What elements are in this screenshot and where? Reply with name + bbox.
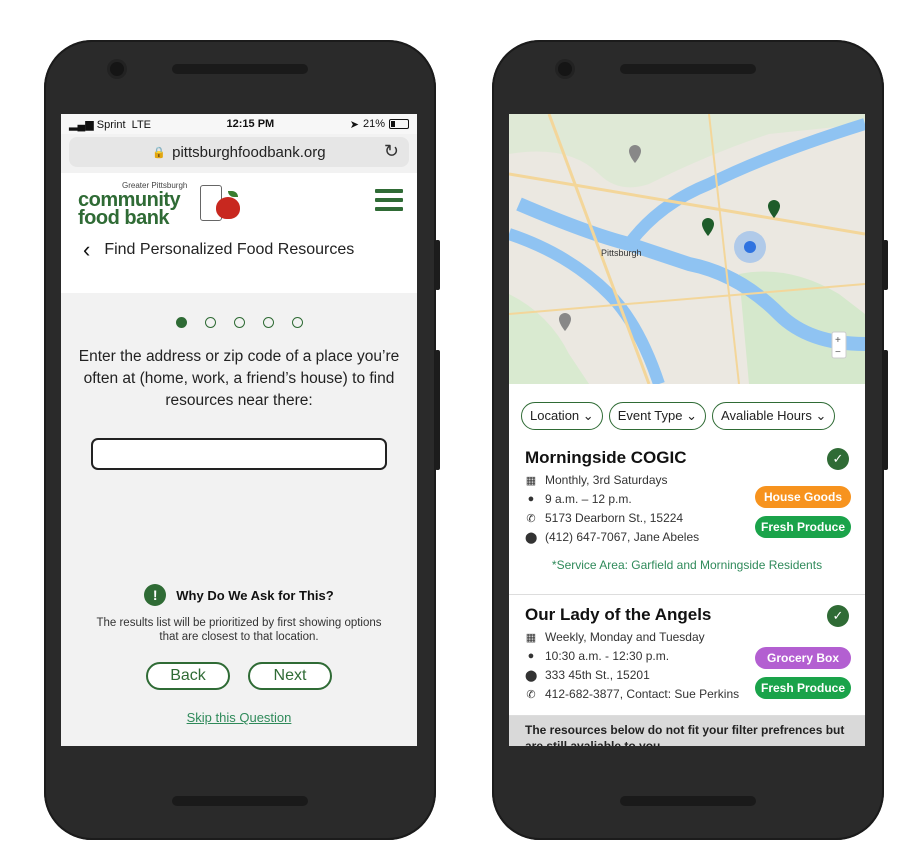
hours-text: 10:30 a.m. - 12:30 p.m. <box>545 649 670 663</box>
progress-dot-4 <box>262 317 274 328</box>
left-phone: ▂▄▆ Sprint LTE 12:15 PM ➤ 21% 🔒 pittsburg… <box>44 40 440 840</box>
phone-icon: ✆ <box>526 512 536 525</box>
site-header: Greater Pittsburgh community food bank ‹… <box>61 173 417 293</box>
tag-house-goods: House Goods <box>755 486 851 508</box>
contact-text: (412) 647-7067, Jane Abeles <box>545 530 700 544</box>
front-camera <box>110 62 124 76</box>
menu-icon[interactable] <box>375 189 403 216</box>
phone-icon: ✆ <box>526 688 536 701</box>
address-text: 5173 Dearborn St., 15224 <box>545 511 684 525</box>
back-chevron-icon[interactable]: ‹ <box>83 237 90 263</box>
volume-button <box>883 240 888 290</box>
logo-line-2: food bank <box>78 207 170 229</box>
info-icon: ! <box>144 584 167 606</box>
nav-buttons: Back Next <box>61 662 417 690</box>
right-screen: Pittsburgh + − Location ⌄ Event Type ⌄ A… <box>509 114 865 746</box>
address-bar[interactable]: 🔒 pittsburghfoodbank.org ↻ <box>69 137 409 167</box>
chevron-down-icon: ⌄ <box>686 408 698 423</box>
filter-hours-label: Avaliable Hours <box>721 408 812 423</box>
filter-event-type-label: Event Type <box>617 408 683 423</box>
food-bank-logo[interactable]: Greater Pittsburgh community food bank <box>78 181 258 229</box>
top-speaker <box>620 64 756 74</box>
service-area: *Service Area: Garfield and Morningside … <box>551 558 823 572</box>
resource-card[interactable]: Our Lady of the Angels ✓ ▦ Weekly, Monday… <box>509 595 865 716</box>
battery-icon <box>389 119 409 129</box>
location-icon: ➤ <box>349 118 359 131</box>
schedule-text: Weekly, Monday and Tuesday <box>545 630 705 644</box>
right-phone: Pittsburgh + − Location ⌄ Event Type ⌄ A… <box>492 40 888 840</box>
front-camera <box>558 62 572 76</box>
filter-location-label: Location <box>530 408 580 423</box>
apple-icon <box>216 197 240 219</box>
power-button <box>435 350 440 470</box>
calendar-icon: ▦ <box>525 474 537 487</box>
bottom-speaker <box>172 796 308 806</box>
page-title-row: ‹ Find Personalized Food Resources <box>83 237 407 263</box>
filter-bar: Location ⌄ Event Type ⌄ Avaliable Hours … <box>509 384 865 438</box>
card-schedule: ▦ Weekly, Monday and Tuesday <box>525 630 849 644</box>
filter-event-type[interactable]: Event Type ⌄ <box>608 402 707 430</box>
schedule-text: Monthly, 3rd Saturdays <box>545 473 668 487</box>
contact-text: 412-682-3877, Contact: Sue Perkins <box>545 687 740 701</box>
url-text: pittsburghfoodbank.org <box>172 143 326 161</box>
pin-icon: ⬤ <box>525 531 538 544</box>
zoom-out-icon[interactable]: − <box>835 347 841 358</box>
filter-location[interactable]: Location ⌄ <box>521 402 603 430</box>
filter-note: The resources below do not fit your filt… <box>509 716 865 746</box>
lock-icon: 🔒 <box>152 146 167 159</box>
card-schedule: ▦ Monthly, 3rd Saturdays <box>525 473 849 487</box>
progress-dot-1 <box>175 317 187 328</box>
top-speaker <box>172 64 308 74</box>
check-icon: ✓ <box>827 448 849 470</box>
chevron-down-icon: ⌄ <box>815 408 827 423</box>
address-text: 333 45th St., 15201 <box>545 668 650 682</box>
pin-icon: ⬤ <box>525 669 538 682</box>
calendar-icon: ▦ <box>525 631 537 644</box>
resource-card[interactable]: Morningside COGIC ✓ ▦ Monthly, 3rd Saturd… <box>509 438 865 595</box>
why-heading-row: ! Why Do We Ask for This? <box>61 584 417 606</box>
card-title: Our Lady of the Angels <box>525 605 712 624</box>
signal-icon: ▂▄▆ <box>69 118 94 131</box>
check-icon: ✓ <box>827 605 849 627</box>
skip-link[interactable]: Skip this Question <box>61 710 417 725</box>
page-title: Find Personalized Food Resources <box>104 241 355 258</box>
progress-dots <box>61 317 417 328</box>
chevron-down-icon: ⌄ <box>582 408 594 423</box>
clock-icon: ● <box>527 493 535 505</box>
tag-grocery-box: Grocery Box <box>755 647 851 669</box>
filter-hours[interactable]: Avaliable Hours ⌄ <box>712 402 836 430</box>
carrier: Sprint <box>96 118 126 131</box>
next-button[interactable]: Next <box>248 662 332 690</box>
status-bar: ▂▄▆ Sprint LTE 12:15 PM ➤ 21% <box>61 114 417 134</box>
left-screen: ▂▄▆ Sprint LTE 12:15 PM ➤ 21% 🔒 pittsburg… <box>61 114 417 746</box>
tag-fresh-produce: Fresh Produce <box>755 677 851 699</box>
address-input[interactable] <box>91 438 387 470</box>
progress-dot-2 <box>204 317 216 328</box>
map-city-label: Pittsburgh <box>601 248 642 258</box>
why-text: The results list will be prioritized by … <box>96 617 382 643</box>
progress-dot-5 <box>291 317 303 328</box>
back-button[interactable]: Back <box>146 662 230 690</box>
reload-icon[interactable]: ↻ <box>384 141 399 162</box>
battery-percent: 21% <box>362 118 385 130</box>
card-title: Morningside COGIC <box>525 448 687 467</box>
volume-button <box>435 240 440 290</box>
why-heading: Why Do We Ask for This? <box>176 587 334 603</box>
address-prompt: Enter the address or zip code of a place… <box>78 348 400 409</box>
status-time: 12:15 PM <box>226 118 275 130</box>
bottom-speaker <box>620 796 756 806</box>
progress-dot-3 <box>233 317 245 328</box>
tag-fresh-produce: Fresh Produce <box>755 516 851 538</box>
network: LTE <box>131 118 152 131</box>
hours-text: 9 a.m. – 12 p.m. <box>545 492 632 506</box>
why-section: ! Why Do We Ask for This? The results li… <box>61 584 417 644</box>
map-graphic: Pittsburgh + − <box>509 114 865 384</box>
zoom-in-icon[interactable]: + <box>835 335 841 346</box>
power-button <box>883 350 888 470</box>
clock-icon: ● <box>527 650 535 662</box>
map-view[interactable]: Pittsburgh + − <box>509 114 865 384</box>
